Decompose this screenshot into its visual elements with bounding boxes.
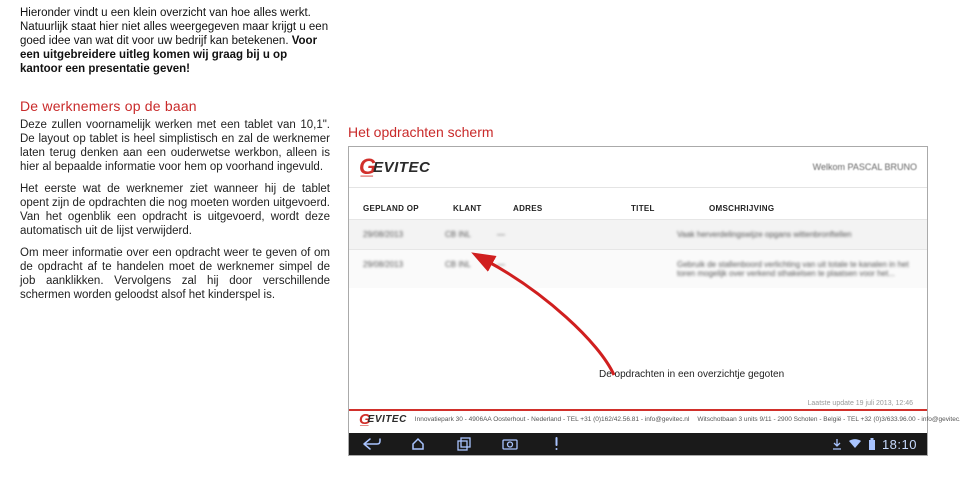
intro-text: Hieronder vindt u een klein overzicht va… [20, 7, 328, 47]
gevitec-logo-footer: G̲EVITEC [359, 407, 407, 431]
cell-omschrijving: Gebruik de stallenboord verlichting van … [677, 260, 913, 278]
cell-adres: — [497, 230, 607, 239]
footer-addr-be: Witschotbaan 3 units 9/11 - 2900 Schoten… [697, 416, 960, 423]
nav-screenshot-button[interactable] [487, 433, 533, 455]
left-p3: Om meer informatie over een opdracht wee… [20, 246, 330, 302]
screenshot-footer: G̲EVITEC Innovatiepark 30 - 4906AA Ooste… [349, 403, 927, 431]
welkom-text: Welkom PASCAL BRUNO [813, 162, 917, 172]
cell-titel [607, 230, 677, 239]
cell-gepland: 29/08/2013 [363, 230, 445, 239]
table-row[interactable]: 29/08/2013 CB INL — Gebruik de stallenbo… [349, 249, 927, 288]
nav-recents-button[interactable] [441, 433, 487, 455]
intro-paragraph: Hieronder vindt u een klein overzicht va… [20, 6, 330, 76]
th-omschrijving: OMSCHRIJVING [709, 204, 913, 213]
download-icon [832, 438, 842, 450]
gevitec-logo: G̲EVITEC [359, 155, 455, 179]
th-klant: KLANT [453, 204, 513, 213]
nav-home-button[interactable] [395, 433, 441, 455]
nav-back-button[interactable] [349, 433, 395, 455]
left-section-title: De werknemers op de baan [20, 98, 330, 114]
cell-adres: — [497, 260, 607, 278]
th-gepland: GEPLAND OP [363, 204, 453, 213]
battery-icon [868, 438, 876, 450]
clock: 18:10 [882, 437, 917, 452]
cell-gepland: 29/08/2013 [363, 260, 445, 278]
cell-klant: CB INL [445, 260, 497, 278]
left-p1: Deze zullen voornamelijk werken met een … [20, 118, 330, 174]
table-header: GEPLAND OP KLANT ADRES TITEL OMSCHRIJVIN… [349, 188, 927, 219]
tablet-screenshot: G̲EVITEC Welkom PASCAL BRUNO GEPLAND OP … [348, 146, 928, 456]
footer-addr-nl: Innovatiepark 30 - 4906AA Oosterhout - N… [415, 416, 690, 423]
cell-omschrijving: Vaak herverdelingswijze opgans wittenbro… [677, 230, 913, 239]
nav-extra-button[interactable] [533, 433, 579, 455]
th-adres: ADRES [513, 204, 631, 213]
android-navbar: 18:10 [349, 433, 927, 455]
left-p2: Het eerste wat de werknemer ziet wanneer… [20, 182, 330, 238]
right-section-title: Het opdrachten scherm [348, 124, 940, 140]
annotation-text: De opdrachten in een overzichtje gegoten [599, 369, 784, 380]
cell-titel [607, 260, 677, 278]
table-row[interactable]: 29/08/2013 CB INL — Vaak herverdelingswi… [349, 219, 927, 249]
th-titel: TITEL [631, 204, 709, 213]
wifi-icon [848, 439, 862, 449]
cell-klant: CB INL [445, 230, 497, 239]
